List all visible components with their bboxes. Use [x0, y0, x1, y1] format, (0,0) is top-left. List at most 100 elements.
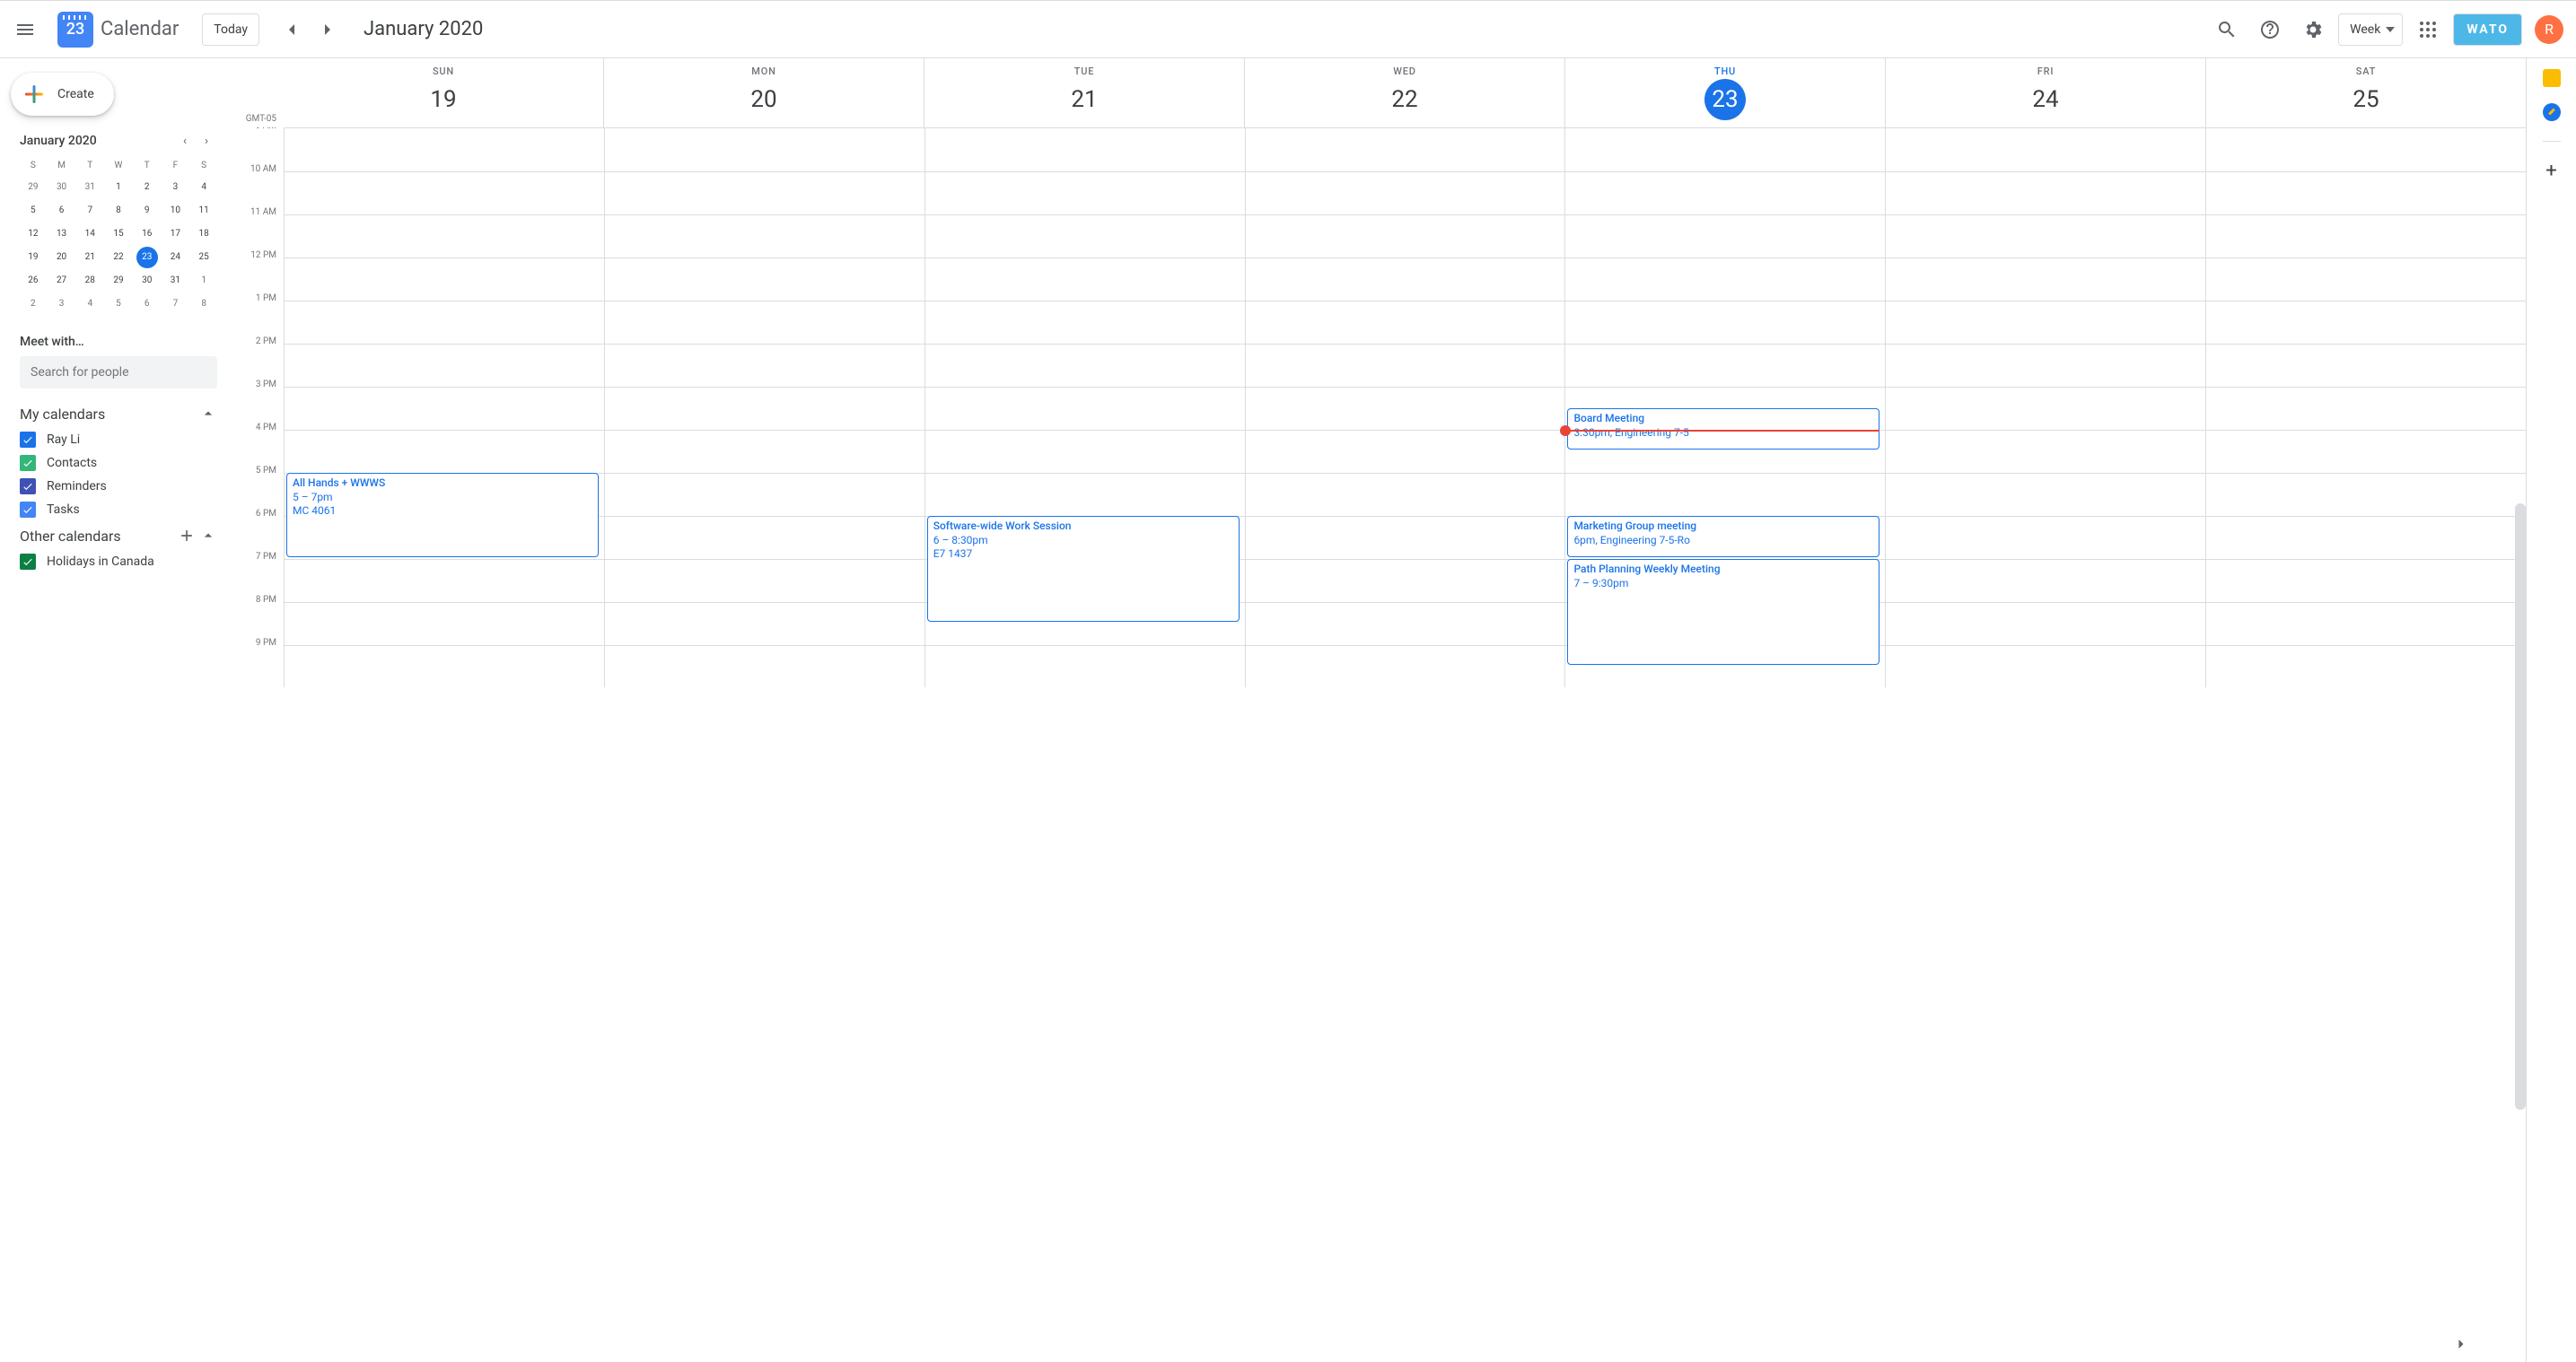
mini-day[interactable]: 7	[164, 293, 186, 315]
mini-day[interactable]: 4	[79, 293, 101, 315]
day-header[interactable]: THU23	[1564, 58, 1885, 127]
mini-day[interactable]: 14	[79, 223, 101, 245]
mini-day[interactable]: 18	[193, 223, 215, 245]
checkbox-icon[interactable]	[20, 455, 36, 471]
day-of-week: MON	[604, 65, 924, 77]
other-calendars-header[interactable]: Other calendars	[7, 521, 230, 550]
mini-day[interactable]: 9	[136, 200, 158, 222]
next-period-button[interactable]	[310, 12, 346, 48]
calendar-event[interactable]: Marketing Group meeting6pm, Engineering …	[1567, 516, 1879, 557]
mini-day[interactable]: 2	[136, 177, 158, 198]
mini-day[interactable]: 8	[193, 293, 215, 315]
search-people-input[interactable]	[20, 356, 217, 389]
brand-badge: WATO	[2453, 13, 2522, 46]
mini-day[interactable]: 30	[51, 177, 73, 198]
mini-day[interactable]: 17	[164, 223, 186, 245]
day-header[interactable]: SUN19	[284, 58, 603, 127]
help-button[interactable]	[2252, 12, 2288, 48]
mini-day[interactable]: 24	[164, 247, 186, 268]
mini-day[interactable]: 1	[108, 177, 129, 198]
calendar-item[interactable]: Reminders	[7, 475, 230, 498]
add-calendar-icon[interactable]	[178, 527, 196, 545]
mini-day[interactable]: 6	[136, 293, 158, 315]
mini-day[interactable]: 19	[22, 247, 44, 268]
settings-button[interactable]	[2295, 12, 2331, 48]
mini-day[interactable]: 27	[51, 270, 73, 292]
show-side-panel-button[interactable]	[2452, 1335, 2470, 1357]
day-header[interactable]: WED22	[1244, 58, 1564, 127]
tasks-icon[interactable]	[2543, 103, 2561, 121]
day-header[interactable]: SAT25	[2205, 58, 2526, 127]
create-button[interactable]: Create	[11, 73, 114, 116]
mini-dow: S	[20, 157, 47, 175]
today-button[interactable]: Today	[202, 13, 259, 46]
day-column[interactable]: Board Meeting3:30pm, Engineering 7-5 Mark…	[1564, 128, 1885, 687]
keep-icon[interactable]	[2543, 69, 2561, 87]
add-addon-button[interactable]: +	[2545, 162, 2556, 181]
calendar-event[interactable]: All Hands + WWWS5 – 7pmMC 4061	[286, 473, 599, 557]
mini-day[interactable]: 7	[79, 200, 101, 222]
main-menu-button[interactable]	[7, 12, 43, 48]
checkbox-icon[interactable]	[20, 502, 36, 518]
checkbox-icon[interactable]	[20, 478, 36, 494]
calendar-item[interactable]: Holidays in Canada	[7, 550, 230, 573]
mini-day[interactable]: 8	[108, 200, 129, 222]
checkbox-icon[interactable]	[20, 432, 36, 448]
calendar-item[interactable]: Contacts	[7, 451, 230, 475]
mini-day[interactable]: 31	[79, 177, 101, 198]
calendar-label: Contacts	[47, 456, 97, 470]
day-column[interactable]	[2205, 128, 2526, 687]
time-label: 11 AM	[250, 207, 276, 217]
mini-day[interactable]: 6	[51, 200, 73, 222]
mini-day[interactable]: 31	[164, 270, 186, 292]
mini-day[interactable]: 5	[22, 200, 44, 222]
mini-day[interactable]: 29	[108, 270, 129, 292]
mini-day[interactable]: 21	[79, 247, 101, 268]
day-column[interactable]	[1885, 128, 2205, 687]
mini-day[interactable]: 25	[193, 247, 215, 268]
mini-day[interactable]: 3	[51, 293, 73, 315]
mini-day[interactable]: 26	[22, 270, 44, 292]
time-label: 10 AM	[250, 164, 276, 174]
search-button[interactable]	[2209, 12, 2245, 48]
mini-day[interactable]: 23	[136, 247, 158, 268]
mini-day[interactable]: 15	[108, 223, 129, 245]
calendar-item[interactable]: Ray Li	[7, 428, 230, 451]
day-column[interactable]	[1245, 128, 1565, 687]
mini-day[interactable]: 12	[22, 223, 44, 245]
calendar-event[interactable]: Path Planning Weekly Meeting7 – 9:30pm	[1567, 559, 1879, 665]
mini-day[interactable]: 22	[108, 247, 129, 268]
day-column[interactable]	[604, 128, 924, 687]
day-number: 23	[1704, 79, 1746, 120]
mini-day[interactable]: 11	[193, 200, 215, 222]
scrollbar[interactable]	[2515, 139, 2526, 1353]
prev-period-button[interactable]	[274, 12, 310, 48]
mini-day[interactable]: 3	[164, 177, 186, 198]
mini-day[interactable]: 1	[193, 270, 215, 292]
mini-day[interactable]: 4	[193, 177, 215, 198]
mini-day[interactable]: 29	[22, 177, 44, 198]
mini-next-button[interactable]: ›	[196, 130, 217, 152]
mini-prev-button[interactable]: ‹	[174, 130, 196, 152]
day-header[interactable]: TUE21	[924, 58, 1244, 127]
mini-day[interactable]: 10	[164, 200, 186, 222]
my-calendars-header[interactable]: My calendars	[7, 399, 230, 428]
mini-day[interactable]: 20	[51, 247, 73, 268]
view-switcher-button[interactable]: Week	[2338, 13, 2403, 46]
calendar-item[interactable]: Tasks	[7, 498, 230, 521]
day-column[interactable]: Software-wide Work Session6 – 8:30pmE7 1…	[924, 128, 1245, 687]
calendar-event[interactable]: Software-wide Work Session6 – 8:30pmE7 1…	[927, 516, 1240, 622]
mini-day[interactable]: 2	[22, 293, 44, 315]
day-header[interactable]: MON20	[603, 58, 924, 127]
account-avatar[interactable]: R	[2535, 15, 2563, 44]
checkbox-icon[interactable]	[20, 554, 36, 570]
mini-day[interactable]: 5	[108, 293, 129, 315]
mini-day[interactable]: 16	[136, 223, 158, 245]
day-column[interactable]: All Hands + WWWS5 – 7pmMC 4061	[284, 128, 604, 687]
day-header[interactable]: FRI24	[1885, 58, 2205, 127]
calendar-event[interactable]: Board Meeting3:30pm, Engineering 7-5	[1567, 408, 1879, 450]
mini-day[interactable]: 13	[51, 223, 73, 245]
google-apps-button[interactable]	[2410, 12, 2446, 48]
mini-day[interactable]: 30	[136, 270, 158, 292]
mini-day[interactable]: 28	[79, 270, 101, 292]
